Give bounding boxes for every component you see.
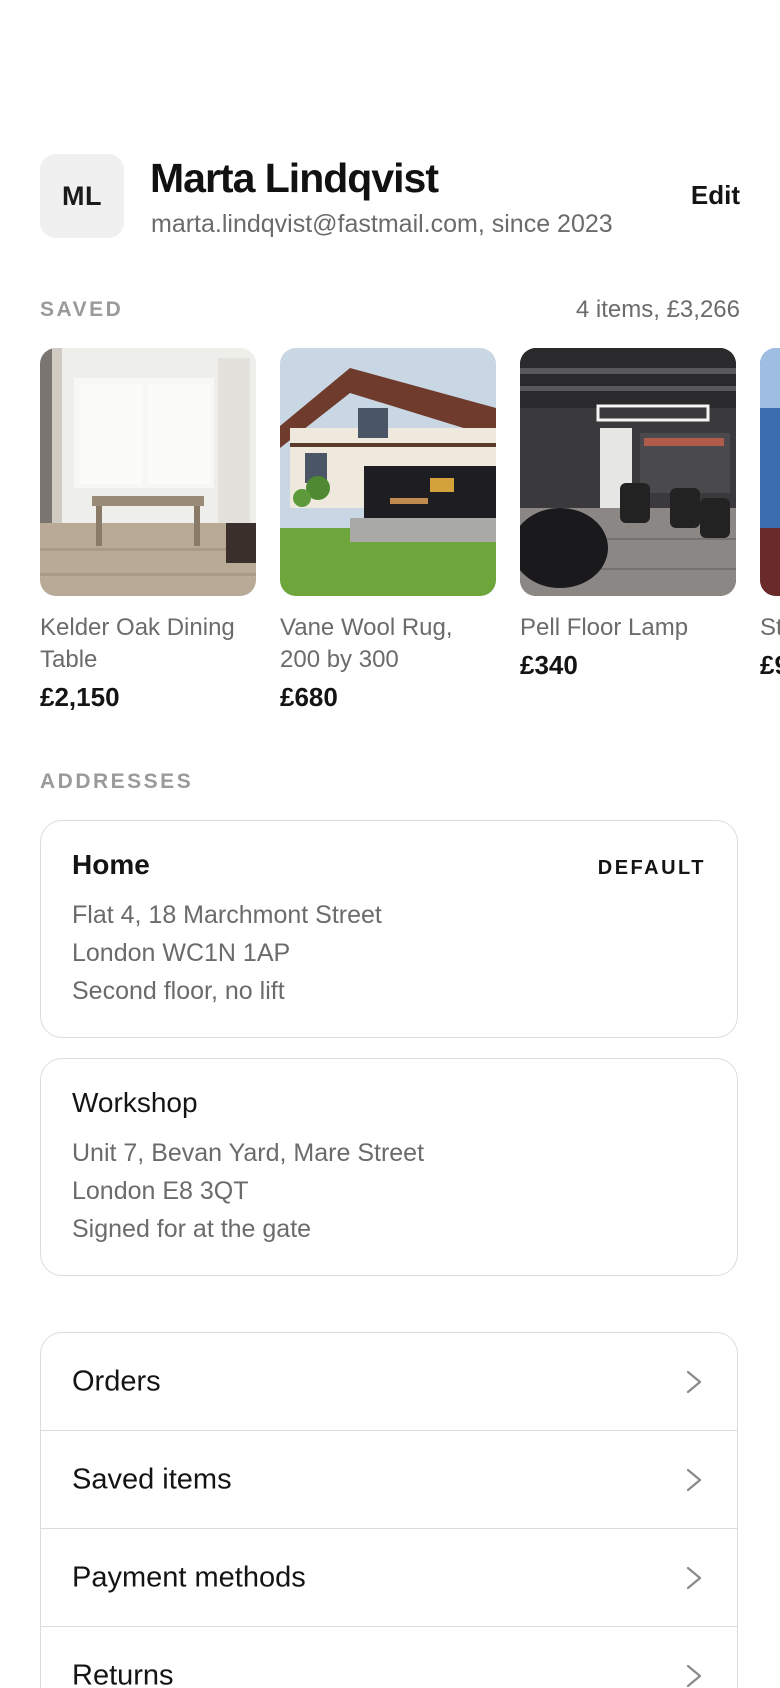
account-menu: Orders Saved items Payment methods Retur…: [40, 1332, 738, 1688]
profile-meta: marta.lindqvist@fastmail.com, since 2023: [151, 210, 613, 238]
chevron-right-icon: [686, 1468, 702, 1491]
account-page: ML Marta Lindqvist marta.lindqvist@fastm…: [0, 0, 780, 1688]
product-title: Pell Floor Lamp: [520, 614, 689, 641]
address-note: Signed for at the gate: [72, 1215, 312, 1243]
default-badge: DEFAULT: [597, 857, 706, 879]
address-label: Workshop: [72, 1087, 198, 1118]
product-image: [760, 348, 780, 596]
saved-item-card[interactable]: Vane Wool Rug, 200 by 300 £680: [280, 348, 496, 713]
address-line: Flat 4, 18 Marchmont Street: [72, 901, 382, 929]
saved-item-card[interactable]: Kelder Oak Dining Table £2,150: [40, 348, 256, 713]
product-image: [520, 348, 736, 596]
menu-item-payment-methods[interactable]: Payment methods: [41, 1529, 737, 1627]
address-line: Unit 7, Bevan Yard, Mare Street: [72, 1139, 425, 1167]
address-line: London WC1N 1AP: [72, 939, 291, 967]
product-title: Kelder Oak Dining Table: [40, 614, 235, 673]
address-line: London E8 3QT: [72, 1177, 249, 1205]
saved-summary: 4 items, £3,266: [575, 296, 740, 323]
avatar: ML: [40, 154, 124, 238]
chevron-right-icon: [686, 1664, 702, 1687]
menu-item-returns[interactable]: Returns: [41, 1627, 737, 1688]
saved-item-card[interactable]: St se £9: [760, 348, 780, 681]
product-price: £2,150: [40, 682, 120, 712]
address-note: Second floor, no lift: [72, 977, 285, 1005]
addresses-section-label: ADDRESSES: [40, 770, 194, 793]
product-image: [40, 348, 256, 596]
product-price: £340: [520, 650, 578, 680]
menu-item-label: Payment methods: [72, 1561, 306, 1593]
address-card-home[interactable]: Home DEFAULT Flat 4, 18 Marchmont Street…: [40, 820, 738, 1038]
saved-item-card[interactable]: Pell Floor Lamp £340: [520, 348, 736, 681]
profile-header: ML Marta Lindqvist marta.lindqvist@fastm…: [40, 154, 740, 238]
menu-item-label: Saved items: [72, 1463, 232, 1495]
menu-item-saved-items[interactable]: Saved items: [41, 1431, 737, 1529]
menu-item-label: Orders: [72, 1365, 161, 1397]
menu-item-label: Returns: [72, 1659, 174, 1688]
saved-items-carousel[interactable]: Kelder Oak Dining Table £2,150 Vane Wool…: [40, 348, 780, 718]
product-title: St se: [760, 614, 780, 641]
chevron-right-icon: [686, 1370, 702, 1393]
saved-section-label: SAVED: [40, 298, 124, 321]
address-card-workshop[interactable]: Workshop Unit 7, Bevan Yard, Mare Street…: [40, 1058, 738, 1276]
chevron-right-icon: [686, 1566, 702, 1589]
profile-name: Marta Lindqvist: [150, 155, 439, 201]
product-price: £9: [760, 650, 780, 680]
product-price: £680: [280, 682, 338, 712]
edit-profile-button[interactable]: Edit: [691, 180, 740, 211]
product-title: Vane Wool Rug, 200 by 300: [280, 614, 453, 673]
address-label: Home: [72, 849, 150, 880]
menu-item-orders[interactable]: Orders: [41, 1333, 737, 1431]
product-image: [280, 348, 496, 596]
